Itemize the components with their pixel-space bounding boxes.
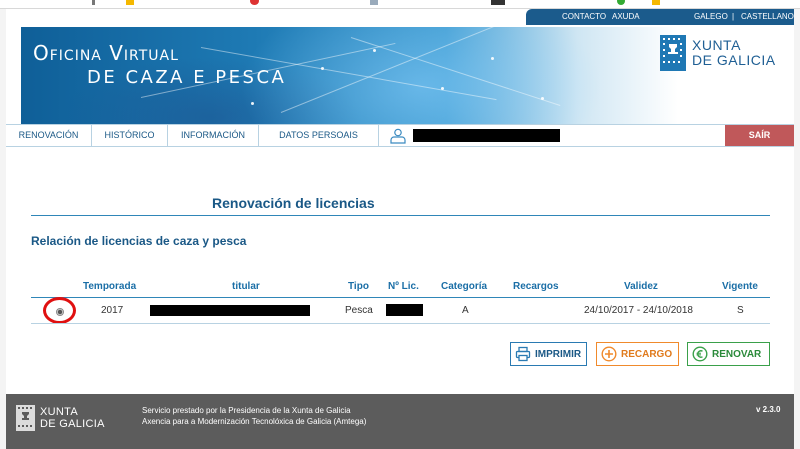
recargo-button[interactable]: RECARGO: [596, 342, 679, 366]
footer-logo: XUNTA DE GALICIA: [16, 405, 111, 431]
version-label: v 2.3.0: [756, 405, 781, 414]
column-header-categoria: Categoría: [441, 281, 488, 292]
euro-circle-icon: [692, 346, 708, 362]
page-title: Renovación de licencias: [212, 195, 375, 211]
tab-historico[interactable]: HISTÓRICO: [92, 125, 168, 146]
cell-tipo: Pesca: [345, 305, 373, 316]
row-select-radio[interactable]: [56, 308, 64, 316]
site-footer: XUNTA DE GALICIA Servicio prestado por l…: [6, 394, 794, 449]
printer-icon: [515, 346, 531, 362]
footer-logo-line-2: DE GALICIA: [40, 418, 105, 430]
column-header-vigente: Vigente: [722, 281, 758, 292]
logo-line-1: XUNTA: [692, 37, 741, 53]
tab-informacion[interactable]: INFORMACIÓN: [168, 125, 259, 146]
print-button[interactable]: IMPRIMIR: [510, 342, 587, 366]
logout-button[interactable]: SAÍR: [725, 125, 794, 146]
cell-temporada: 2017: [101, 305, 124, 316]
table-row-divider: [31, 323, 770, 324]
cell-categoria: A: [462, 305, 469, 316]
cell-validez: 24/10/2017 - 24/10/2018: [584, 305, 693, 316]
galician-language-link[interactable]: GALEGO: [694, 12, 728, 21]
column-header-tipo: Tipo: [348, 281, 369, 292]
cell-vigente: S: [737, 305, 744, 316]
tab-renovacion[interactable]: RENOVACIÓN: [6, 125, 92, 146]
footer-logo-line-1: XUNTA: [40, 406, 78, 418]
column-header-temporada: Temporada: [83, 281, 137, 292]
title-divider: [31, 215, 770, 216]
footer-agency-text: Axencia para a Modernización Tecnolóxica…: [142, 417, 367, 426]
column-header-recargos: Recargos: [513, 281, 559, 292]
spanish-language-link[interactable]: CASTELLANO: [741, 12, 794, 21]
tab-datos-personales[interactable]: DATOS PERSOAIS: [259, 125, 379, 146]
banner-subtitle: DE CAZA E PESCA: [87, 67, 287, 88]
plus-circle-icon: [601, 346, 617, 362]
column-header-num-licencia: Nº Lic.: [388, 281, 419, 292]
browser-bookmarks-strip: [0, 0, 800, 9]
xunta-emblem-icon: [16, 405, 35, 431]
cell-titular-redacted: [150, 305, 310, 316]
page-frame: CONTACTO AXUDA GALEGO | CASTELLANO Ofici…: [6, 9, 794, 449]
column-header-validez: Validez: [624, 281, 658, 292]
section-title: Relación de licencias de caza y pesca: [31, 234, 247, 248]
logo-line-2: DE GALICIA: [692, 52, 776, 68]
row-select-highlight: [43, 297, 76, 324]
language-separator: |: [732, 12, 735, 21]
footer-service-text: Servicio prestado por la Presidencia de …: [142, 406, 351, 415]
print-button-label: IMPRIMIR: [535, 349, 582, 360]
user-icon: [389, 128, 407, 144]
banner-title: Oficina Virtual: [33, 41, 179, 65]
help-link[interactable]: AXUDA: [612, 12, 640, 21]
column-header-titular: titular: [232, 281, 260, 292]
xunta-emblem-icon: [660, 35, 686, 71]
main-nav: RENOVACIÓN HISTÓRICO INFORMACIÓN DATOS P…: [6, 124, 794, 147]
user-name-redacted: [413, 129, 560, 142]
table-header-divider: [31, 297, 770, 298]
recargo-button-label: RECARGO: [621, 349, 673, 360]
cell-num-licencia-redacted: [386, 304, 423, 316]
contact-link[interactable]: CONTACTO: [562, 12, 606, 21]
top-links-bar: CONTACTO AXUDA GALEGO | CASTELLANO: [526, 9, 794, 25]
renovar-button[interactable]: RENOVAR: [687, 342, 770, 366]
renovar-button-label: RENOVAR: [712, 349, 762, 360]
xunta-logo[interactable]: XUNTA DE GALICIA: [660, 35, 790, 71]
